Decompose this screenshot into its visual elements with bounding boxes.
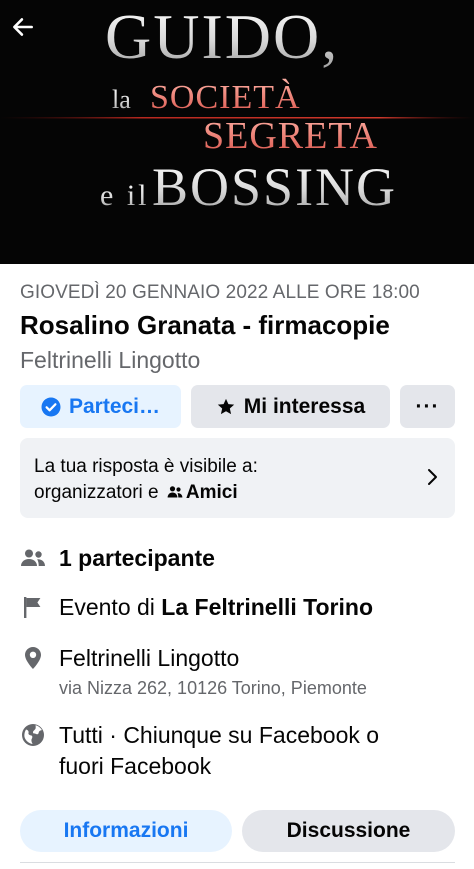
event-venue[interactable]: Feltrinelli Lingotto [20,347,200,374]
check-circle-icon [41,397,61,417]
tab-information-label: Informazioni [63,819,189,842]
tab-discussion-label: Discussione [286,819,411,842]
event-title: Rosalino Granata - firmacopie [20,310,390,340]
event-cover-image: GUIDO, la SOCIETÀ SEGRETA e il BOSSING [0,0,474,264]
visibility-friends: Amici [185,482,238,503]
organizer-name[interactable]: La Feltrinelli Torino [161,594,373,620]
cover-title-line4-main: BOSSING [152,157,397,217]
interested-button-label: Mi interessa [243,394,366,418]
cover-title-line2-main: SOCIETÀ [150,79,301,116]
participants-count: 1 partecipante [59,545,215,571]
visibility-organizers: organizzatori e [34,482,159,503]
organizer-prefix: Evento di [59,594,155,620]
privacy-line2: fuori Facebook [59,753,212,779]
more-options-button[interactable]: ··· [400,385,455,428]
people-icon [20,545,46,571]
interested-button[interactable]: Mi interessa [191,385,390,428]
star-icon [216,397,236,417]
chevron-right-icon [428,469,437,485]
globe-icon [20,722,46,748]
cover-title-line1: GUIDO, [105,1,339,72]
going-button[interactable]: Parteci… [20,385,181,428]
organizer-text: Evento di La Feltrinelli Torino [59,592,373,623]
tab-discussion[interactable]: Discussione [242,810,455,852]
cover-artwork: GUIDO, la SOCIETÀ SEGRETA e il BOSSING [0,0,474,264]
cover-title-line3: SEGRETA [203,115,378,157]
tab-information[interactable]: Informazioni [20,810,232,852]
cover-title-line2-prefix: la [112,85,131,114]
location-name: Feltrinelli Lingotto [59,645,240,671]
privacy-line1: Tutti · Chiunque su Facebook o [59,722,380,748]
response-visibility-card[interactable]: La tua risposta è visibile a: organizzat… [20,438,455,518]
location-address: via Nizza 262, 10126 Torino, Piemonte [59,678,367,698]
visibility-line1: La tua risposta è visibile a: [34,456,258,477]
friends-icon [167,486,183,498]
divider [20,862,455,863]
event-date: GIOVEDÌ 20 GENNAIO 2022 ALLE ORE 18:00 [20,282,420,303]
cover-title-line4-prefix: e il [100,179,150,212]
visibility-line2: organizzatori e Amici [34,480,441,506]
arrow-left-icon [13,18,33,36]
location-pin-icon [20,645,46,671]
more-options-icon: ··· [415,394,440,418]
going-button-label: Parteci… [68,394,161,418]
back-button[interactable] [10,14,48,52]
flag-icon [20,594,46,620]
